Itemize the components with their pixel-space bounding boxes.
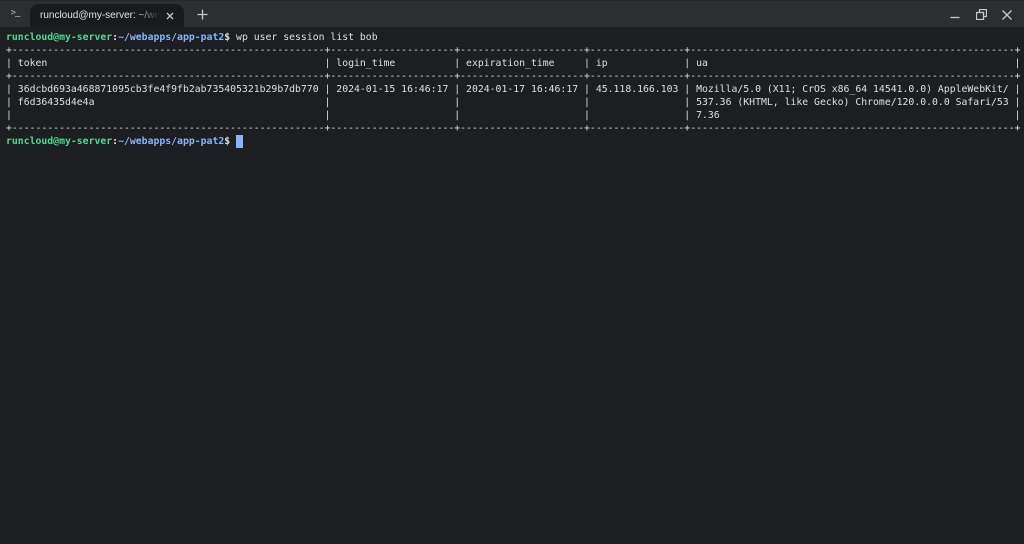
command-line: runcloud@my-server:~/webapps/app-pat2$wp…	[6, 31, 1024, 44]
window-controls	[942, 1, 1020, 28]
table-line: | f6d36435d4e4a | | | | 537.36 (KHTML, l…	[6, 96, 1024, 109]
terminal-window: >_ runcloud@my-server: ~/webapps/a	[0, 0, 1024, 544]
terminal-screen[interactable]: runcloud@my-server:~/webapps/app-pat2$ wp…	[0, 27, 1024, 544]
prompt-path: ~/webapps/app-pat2	[118, 32, 224, 43]
prompt-symbol: $	[224, 136, 230, 147]
command-text: wp user session list bob	[230, 32, 377, 43]
table-line: | | | | | 7.36 |	[6, 109, 1024, 122]
restore-icon[interactable]	[968, 1, 994, 28]
session-table: +---------------------------------------…	[6, 44, 1024, 135]
terminal-tab[interactable]: runcloud@my-server: ~/webapps/a	[30, 4, 184, 27]
table-line: | token | login_time | expiration_time |…	[6, 57, 1024, 70]
new-tab-icon[interactable]	[190, 2, 214, 26]
minimize-icon[interactable]	[942, 1, 968, 28]
terminal-cursor	[236, 135, 243, 148]
current-prompt-line: runcloud@my-server:~/webapps/app-pat2$	[6, 135, 1024, 148]
tab-strip: >_ runcloud@my-server: ~/webapps/a	[0, 0, 1024, 27]
tab-title: runcloud@my-server: ~/webapps/a	[40, 10, 162, 21]
prompt-user-host: runcloud@my-server	[6, 136, 112, 147]
table-line: +---------------------------------------…	[6, 70, 1024, 83]
prompt-path: ~/webapps/app-pat2	[118, 136, 224, 147]
close-icon[interactable]	[994, 1, 1020, 28]
table-line: +---------------------------------------…	[6, 122, 1024, 135]
table-line: | 36dcbd693a468871095cb3fe4f9fb2ab735405…	[6, 83, 1024, 96]
terminal-app-icon: >_	[0, 1, 30, 27]
prompt-user-host: runcloud@my-server	[6, 32, 112, 43]
table-line: +---------------------------------------…	[6, 44, 1024, 57]
tab-close-icon[interactable]	[162, 8, 178, 24]
